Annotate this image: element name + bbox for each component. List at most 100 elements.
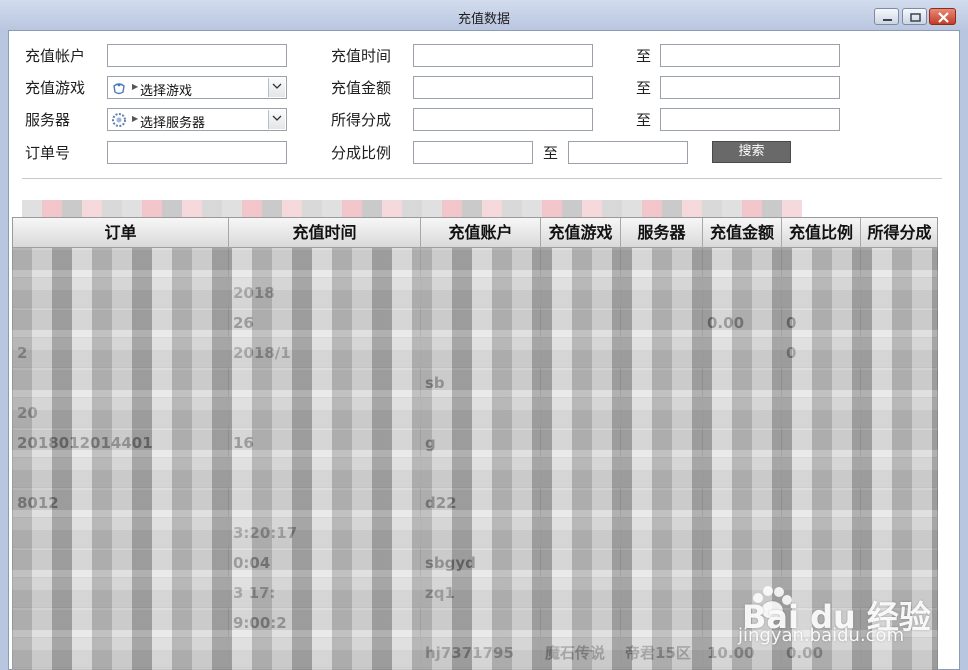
table-cell[interactable] (782, 248, 861, 278)
table-cell[interactable]: 2018 (229, 278, 421, 308)
table-cell[interactable] (421, 608, 541, 638)
table-cell[interactable] (621, 248, 703, 278)
table-cell[interactable] (703, 278, 782, 308)
table-cell[interactable] (541, 458, 621, 488)
table-cell[interactable] (13, 308, 229, 338)
table-cell[interactable] (13, 608, 229, 638)
table-cell[interactable] (782, 278, 861, 308)
column-header[interactable]: 充值游戏 (541, 218, 621, 248)
table-cell[interactable] (782, 368, 861, 398)
close-button[interactable] (929, 8, 956, 25)
table-cell[interactable]: 0 (782, 308, 861, 338)
restore-button[interactable] (902, 8, 927, 25)
table-cell[interactable] (229, 398, 421, 428)
table-cell[interactable] (782, 518, 861, 548)
table-cell[interactable] (703, 548, 782, 578)
game-select[interactable]: ▶ 选择游戏 (107, 76, 287, 99)
table-row[interactable]: 8012 d22 (13, 488, 937, 518)
table-cell[interactable] (541, 608, 621, 638)
table-cell[interactable] (541, 368, 621, 398)
column-header[interactable]: 充值比例 (782, 218, 861, 248)
table-cell[interactable] (13, 248, 229, 278)
table-cell[interactable]: d22 (421, 488, 541, 518)
table-cell[interactable] (421, 308, 541, 338)
table-row[interactable] (13, 248, 937, 278)
table-row[interactable]: 0:04 sbgyd (13, 548, 937, 578)
table-cell[interactable]: 26 (229, 308, 421, 338)
table-cell[interactable] (703, 518, 782, 548)
table-cell[interactable] (541, 248, 621, 278)
minimize-button[interactable] (874, 8, 899, 25)
table-cell[interactable]: 0 (782, 338, 861, 368)
table-cell[interactable] (541, 398, 621, 428)
account-input[interactable] (107, 44, 287, 67)
table-cell[interactable] (421, 248, 541, 278)
column-header[interactable]: 订单 (13, 218, 229, 248)
table-cell[interactable]: 2018012014401 (13, 428, 229, 458)
table-cell[interactable] (13, 578, 229, 608)
time-from-input[interactable] (413, 44, 593, 67)
server-select[interactable]: ▶ 选择服务器 (107, 108, 287, 131)
table-row[interactable]: 3:20:17 (13, 518, 937, 548)
table-cell[interactable] (703, 248, 782, 278)
table-cell[interactable] (861, 548, 937, 578)
table-cell[interactable]: sb (421, 368, 541, 398)
table-cell[interactable] (541, 578, 621, 608)
table-cell[interactable] (13, 638, 229, 668)
table-cell[interactable]: hj7371795 (421, 638, 541, 668)
table-cell[interactable]: 2018/1 (229, 338, 421, 368)
table-cell[interactable] (621, 338, 703, 368)
table-cell[interactable] (621, 548, 703, 578)
table-cell[interactable] (861, 308, 937, 338)
amount-to-input[interactable] (660, 76, 840, 99)
table-cell[interactable]: 20 (13, 398, 229, 428)
table-cell[interactable] (13, 548, 229, 578)
table-row[interactable]: 20 (13, 398, 937, 428)
table-cell[interactable] (541, 488, 621, 518)
server-dropdown-button[interactable] (268, 110, 285, 129)
table-cell[interactable] (13, 518, 229, 548)
table-cell[interactable]: zq1 (421, 578, 541, 608)
share-from-input[interactable] (413, 108, 593, 131)
share-to-input[interactable] (660, 108, 840, 131)
title-bar[interactable]: 充值数据 (0, 0, 968, 30)
table-cell[interactable] (703, 458, 782, 488)
table-cell[interactable] (703, 338, 782, 368)
table-cell[interactable] (229, 248, 421, 278)
table-cell[interactable] (421, 278, 541, 308)
table-cell[interactable] (861, 248, 937, 278)
column-header[interactable]: 服务器 (621, 218, 703, 248)
table-cell[interactable] (861, 278, 937, 308)
table-cell[interactable] (703, 488, 782, 518)
order-input[interactable] (107, 141, 287, 164)
table-cell[interactable] (621, 308, 703, 338)
table-cell[interactable] (621, 518, 703, 548)
table-cell[interactable] (861, 518, 937, 548)
table-cell[interactable] (621, 578, 703, 608)
table-cell[interactable] (229, 458, 421, 488)
table-cell[interactable] (861, 368, 937, 398)
table-cell[interactable] (421, 398, 541, 428)
table-cell[interactable]: 8012 (13, 488, 229, 518)
table-cell[interactable] (703, 398, 782, 428)
table-cell[interactable]: g (421, 428, 541, 458)
table-cell[interactable] (229, 368, 421, 398)
table-cell[interactable] (861, 338, 937, 368)
table-cell[interactable] (621, 278, 703, 308)
column-header[interactable]: 所得分成 (861, 218, 937, 248)
table-cell[interactable] (13, 278, 229, 308)
table-cell[interactable]: 2 (13, 338, 229, 368)
table-cell[interactable] (621, 398, 703, 428)
table-cell[interactable] (13, 368, 229, 398)
column-header[interactable]: 充值时间 (229, 218, 421, 248)
table-cell[interactable] (621, 458, 703, 488)
table-cell[interactable]: 魔石传说 (541, 638, 621, 668)
table-cell[interactable]: 16 (229, 428, 421, 458)
table-cell[interactable] (541, 428, 621, 458)
search-button[interactable]: 搜索 (712, 141, 791, 163)
amount-from-input[interactable] (413, 76, 593, 99)
ratio-from-input[interactable] (413, 141, 533, 164)
table-cell[interactable] (782, 428, 861, 458)
table-cell[interactable] (861, 428, 937, 458)
table-cell[interactable] (541, 518, 621, 548)
